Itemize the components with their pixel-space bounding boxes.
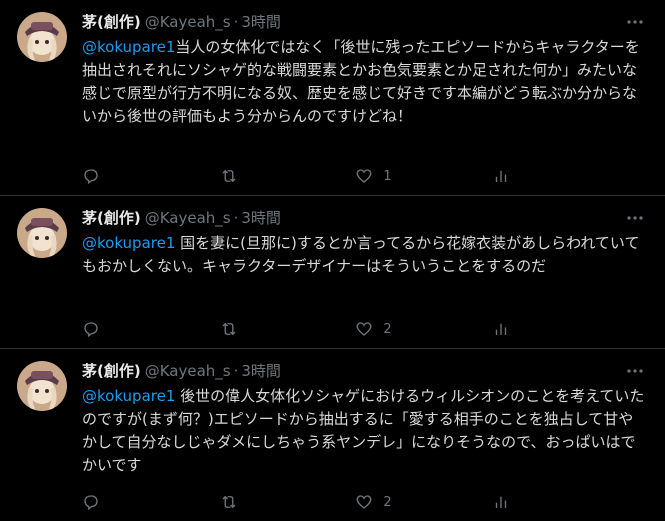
reply-icon <box>82 167 100 185</box>
tweet-content: 茅(創作) @Kayeah_s · 3時間 @kokupare1当人の女体化では… <box>82 12 651 128</box>
tweet-content: 茅(創作) @Kayeah_s · 3時間 @kokupare1 国を妻に(旦那… <box>82 208 651 278</box>
handle[interactable]: @Kayeah_s <box>145 361 231 381</box>
separator-dot: · <box>233 209 239 227</box>
like-count: 1 <box>383 168 392 184</box>
display-name[interactable]: 茅(創作) <box>82 12 141 32</box>
tweet-header: 茅(創作) @Kayeah_s · 3時間 <box>82 361 651 381</box>
timeline: 茅(創作) @Kayeah_s · 3時間 @kokupare1当人の女体化では… <box>0 0 665 521</box>
heart-icon <box>355 167 373 185</box>
handle[interactable]: @Kayeah_s <box>145 208 231 228</box>
avatar-icon[interactable] <box>17 208 67 258</box>
like-count: 2 <box>383 321 392 337</box>
mention-link[interactable]: @kokupare1 <box>82 234 175 252</box>
mention-link[interactable]: @kokupare1 <box>82 387 175 405</box>
analytics-icon <box>492 493 510 511</box>
display-name[interactable]: 茅(創作) <box>82 361 141 381</box>
display-name[interactable]: 茅(創作) <box>82 208 141 228</box>
more-dots-icon[interactable] <box>623 12 647 32</box>
tweet[interactable]: 茅(創作) @Kayeah_s · 3時間 @kokupare1当人の女体化では… <box>0 0 665 196</box>
tweet-text: @kokupare1当人の女体化ではなく「後世に残ったエピソードからキャラクター… <box>82 36 647 128</box>
analytics-button[interactable] <box>492 320 552 338</box>
tweet-text: @kokupare1 国を妻に(旦那に)するとか言ってるから花嫁衣装があしらわれ… <box>82 232 647 278</box>
tweet-text: @kokupare1 後世の偉人女体化ソシャゲにおけるウィルシオンのことを考えて… <box>82 385 647 477</box>
like-button[interactable]: 2 <box>355 320 415 338</box>
analytics-button[interactable] <box>492 493 552 511</box>
timestamp[interactable]: 3時間 <box>241 208 281 228</box>
more-dots-icon[interactable] <box>623 361 647 381</box>
analytics-icon <box>492 167 510 185</box>
separator-dot: · <box>233 362 239 380</box>
tweet[interactable]: 茅(創作) @Kayeah_s · 3時間 @kokupare1 国を妻に(旦那… <box>0 196 665 349</box>
tweet-actions: 2 <box>82 320 552 338</box>
separator-dot: · <box>233 13 239 31</box>
timestamp[interactable]: 3時間 <box>241 12 281 32</box>
reply-button[interactable] <box>82 167 142 185</box>
like-button[interactable]: 2 <box>355 493 415 511</box>
reply-icon <box>82 493 100 511</box>
tweet-actions: 1 <box>82 167 552 185</box>
more-dots-icon[interactable] <box>623 208 647 228</box>
retweet-button[interactable] <box>219 167 279 185</box>
avatar-icon[interactable] <box>17 361 67 411</box>
tweet-actions: 2 <box>82 493 552 511</box>
reply-button[interactable] <box>82 493 142 511</box>
timestamp[interactable]: 3時間 <box>241 361 281 381</box>
retweet-icon <box>219 167 239 185</box>
heart-icon <box>355 493 373 511</box>
handle[interactable]: @Kayeah_s <box>145 12 231 32</box>
like-button[interactable]: 1 <box>355 167 415 185</box>
heart-icon <box>355 320 373 338</box>
reply-icon <box>82 320 100 338</box>
analytics-button[interactable] <box>492 167 552 185</box>
tweet-content: 茅(創作) @Kayeah_s · 3時間 @kokupare1 後世の偉人女体… <box>82 361 651 477</box>
retweet-icon <box>219 320 239 338</box>
retweet-icon <box>219 493 239 511</box>
like-count: 2 <box>383 494 392 510</box>
tweet-header: 茅(創作) @Kayeah_s · 3時間 <box>82 208 651 228</box>
mention-link[interactable]: @kokupare1 <box>82 38 175 56</box>
analytics-icon <box>492 320 510 338</box>
avatar-icon[interactable] <box>17 12 67 62</box>
retweet-button[interactable] <box>219 493 279 511</box>
retweet-button[interactable] <box>219 320 279 338</box>
tweet[interactable]: 茅(創作) @Kayeah_s · 3時間 @kokupare1 後世の偉人女体… <box>0 349 665 521</box>
tweet-header: 茅(創作) @Kayeah_s · 3時間 <box>82 12 651 32</box>
reply-button[interactable] <box>82 320 142 338</box>
